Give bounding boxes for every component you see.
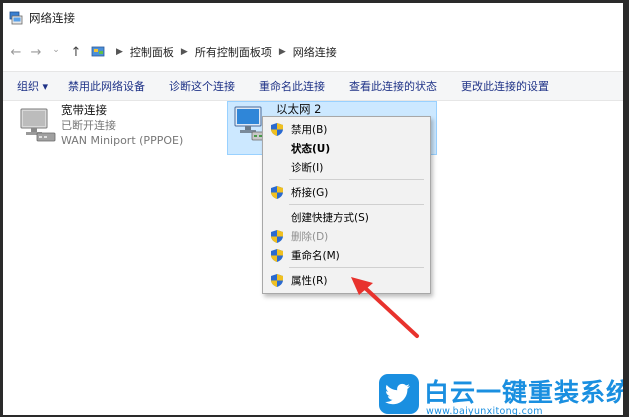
breadcrumb-separator-icon: ▶ bbox=[116, 47, 123, 57]
change-settings-button[interactable]: 更改此连接的设置 bbox=[461, 78, 549, 94]
connection-device: WAN Miniport (PPPOE) bbox=[61, 134, 184, 147]
explorer-window: 网络连接 ← → ⌄ ↑ ▶ 控制面板 ▶ 所有控制面板项 ▶ 网络连接 组织 … bbox=[3, 3, 623, 415]
menu-item-bridge[interactable]: 桥接(G) bbox=[263, 182, 430, 202]
menu-label: 属性(R) bbox=[291, 274, 328, 287]
menu-item-delete[interactable]: 删除(D) bbox=[263, 226, 430, 246]
watermark-logo: 白云一键重装系统 www.baiyunxitong.com bbox=[378, 373, 623, 415]
broadband-connection-icon bbox=[20, 108, 56, 142]
twitter-bird-logo-icon bbox=[379, 374, 419, 414]
watermark-brand: 白云一键重装系统 bbox=[424, 378, 623, 407]
menu-separator bbox=[289, 267, 424, 268]
menu-separator bbox=[289, 179, 424, 180]
view-status-button[interactable]: 查看此连接的状态 bbox=[349, 78, 437, 94]
menu-separator bbox=[289, 204, 424, 205]
menu-label: 禁用(B) bbox=[291, 123, 328, 136]
annotation-arrow-icon bbox=[351, 277, 419, 338]
breadcrumb-control-panel[interactable]: 控制面板 bbox=[130, 44, 174, 60]
control-panel-icon bbox=[91, 46, 105, 57]
chevron-down-icon[interactable]: ⌄ bbox=[47, 45, 65, 60]
menu-item-rename[interactable]: 重命名(M) bbox=[263, 245, 430, 265]
menu-label: 状态(U) bbox=[291, 142, 331, 155]
organize-menu[interactable]: 组织 ▾ bbox=[17, 78, 48, 94]
breadcrumb[interactable]: ▶ 控制面板 ▶ 所有控制面板项 ▶ 网络连接 bbox=[91, 41, 337, 63]
menu-label: 诊断(I) bbox=[291, 161, 324, 174]
diagnose-button[interactable]: 诊断这个连接 bbox=[169, 78, 235, 94]
uac-shield-icon bbox=[271, 274, 283, 287]
connection-item-broadband[interactable]: 宽带连接 已断开连接 WAN Miniport (PPPOE) bbox=[17, 103, 217, 153]
menu-label: 桥接(G) bbox=[291, 186, 329, 199]
menu-item-status[interactable]: 状态(U) bbox=[263, 138, 430, 158]
uac-shield-icon bbox=[271, 230, 283, 243]
uac-shield-icon bbox=[271, 249, 283, 262]
arrow-right-icon[interactable]: → bbox=[27, 45, 45, 60]
watermark-url: www.baiyunxitong.com bbox=[426, 406, 543, 415]
menu-item-diagnose[interactable]: 诊断(I) bbox=[263, 157, 430, 177]
breadcrumb-all-items[interactable]: 所有控制面板项 bbox=[195, 44, 272, 60]
command-bar: 组织 ▾ 禁用此网络设备 诊断这个连接 重命名此连接 查看此连接的状态 更改此连… bbox=[3, 71, 623, 101]
menu-label: 删除(D) bbox=[291, 230, 329, 243]
menu-label: 重命名(M) bbox=[291, 249, 340, 262]
context-menu: 禁用(B) 状态(U) 诊断(I) 桥接(G) 创建快捷方式(S) 删除(D) … bbox=[262, 116, 431, 294]
connection-status: 已断开连接 bbox=[61, 119, 116, 132]
menu-item-disable[interactable]: 禁用(B) bbox=[263, 119, 430, 139]
title-bar: 网络连接 bbox=[3, 3, 623, 33]
menu-item-create-shortcut[interactable]: 创建快捷方式(S) bbox=[263, 207, 430, 227]
window-title: 网络连接 bbox=[29, 11, 75, 25]
menu-label: 创建快捷方式(S) bbox=[291, 211, 369, 224]
uac-shield-icon bbox=[271, 123, 283, 136]
connection-name: 宽带连接 bbox=[61, 103, 107, 117]
connection-name: 以太网 2 bbox=[276, 102, 322, 116]
disable-device-button[interactable]: 禁用此网络设备 bbox=[68, 78, 145, 94]
breadcrumb-separator-icon: ▶ bbox=[180, 47, 188, 57]
uac-shield-icon bbox=[271, 186, 283, 199]
arrow-left-icon[interactable]: ← bbox=[7, 45, 25, 60]
network-connections-icon bbox=[9, 11, 23, 25]
address-bar-row: ← → ⌄ ↑ ▶ 控制面板 ▶ 所有控制面板项 ▶ 网络连接 bbox=[3, 37, 623, 67]
breadcrumb-separator-icon: ▶ bbox=[278, 47, 286, 57]
arrow-up-icon[interactable]: ↑ bbox=[67, 45, 85, 60]
breadcrumb-network-connections[interactable]: 网络连接 bbox=[293, 44, 337, 60]
rename-button[interactable]: 重命名此连接 bbox=[259, 78, 325, 94]
